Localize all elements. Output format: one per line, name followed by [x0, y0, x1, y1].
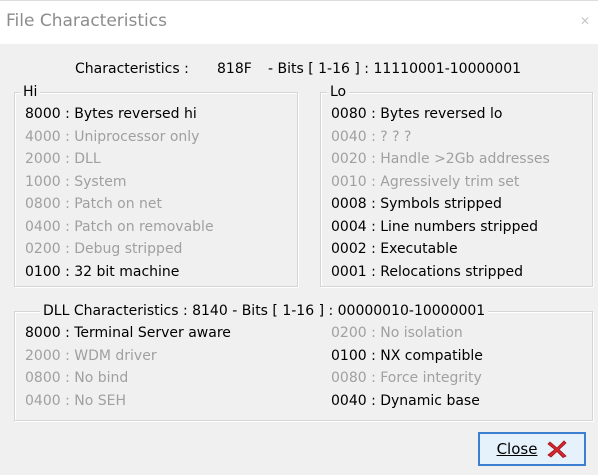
window-top-border: [0, 0, 598, 1]
hi-legend: Hi: [20, 83, 41, 101]
flag-item: 0100 : NX compatible: [331, 347, 483, 364]
window-close-icon[interactable]: ✕: [580, 14, 590, 28]
flag-item: 0800 : No bind: [25, 370, 129, 386]
flag-item: 2000 : WDM driver: [25, 347, 157, 364]
close-button-label: Close: [496, 440, 538, 458]
close-button[interactable]: Close: [478, 432, 586, 466]
flag-item: 0080 : Force integrity: [331, 370, 482, 386]
flag-item: 0020 : Handle >2Gb addresses: [331, 151, 550, 167]
flag-item: 0200 : Debug stripped: [25, 241, 183, 257]
dll-legend: DLL Characteristics : 8140 - Bits [ 1-16…: [40, 302, 489, 320]
flag-item: 0008 : Symbols stripped: [331, 196, 502, 212]
red-x-icon: [547, 440, 568, 458]
characteristics-label: Characteristics :: [75, 61, 189, 77]
lo-legend: Lo: [327, 83, 350, 101]
flag-item: 0200 : No isolation: [331, 325, 463, 341]
title-bar: File Characteristics ✕: [0, 0, 598, 44]
flag-item: 1000 : System: [25, 173, 127, 190]
flag-item: 0800 : Patch on net: [25, 196, 163, 212]
flag-item: 0004 : Line numbers stripped: [331, 218, 538, 235]
flag-item: 0002 : Executable: [331, 241, 458, 257]
flag-item: 0100 : 32 bit machine: [25, 263, 180, 280]
window-title: File Characteristics: [6, 11, 167, 31]
flag-item: 0040 : ? ? ?: [331, 128, 412, 145]
flag-item: 4000 : Uniprocessor only: [25, 128, 200, 145]
flag-item: 8000 : Terminal Server aware: [25, 325, 231, 341]
flag-item: 0010 : Agressively trim set: [331, 173, 520, 190]
characteristics-value: 818F: [217, 61, 252, 77]
characteristics-bits: - Bits [ 1-16 ] : 11110001-10000001: [268, 61, 522, 77]
flag-item: 0400 : Patch on removable: [25, 218, 214, 235]
flag-item: 0080 : Bytes reversed lo: [331, 106, 503, 122]
flag-item: 8000 : Bytes reversed hi: [25, 106, 197, 122]
flag-item: 0400 : No SEH: [25, 392, 126, 409]
flag-item: 2000 : DLL: [25, 151, 101, 167]
flag-item: 0040 : Dynamic base: [331, 392, 480, 409]
flag-item: 0001 : Relocations stripped: [331, 263, 523, 280]
